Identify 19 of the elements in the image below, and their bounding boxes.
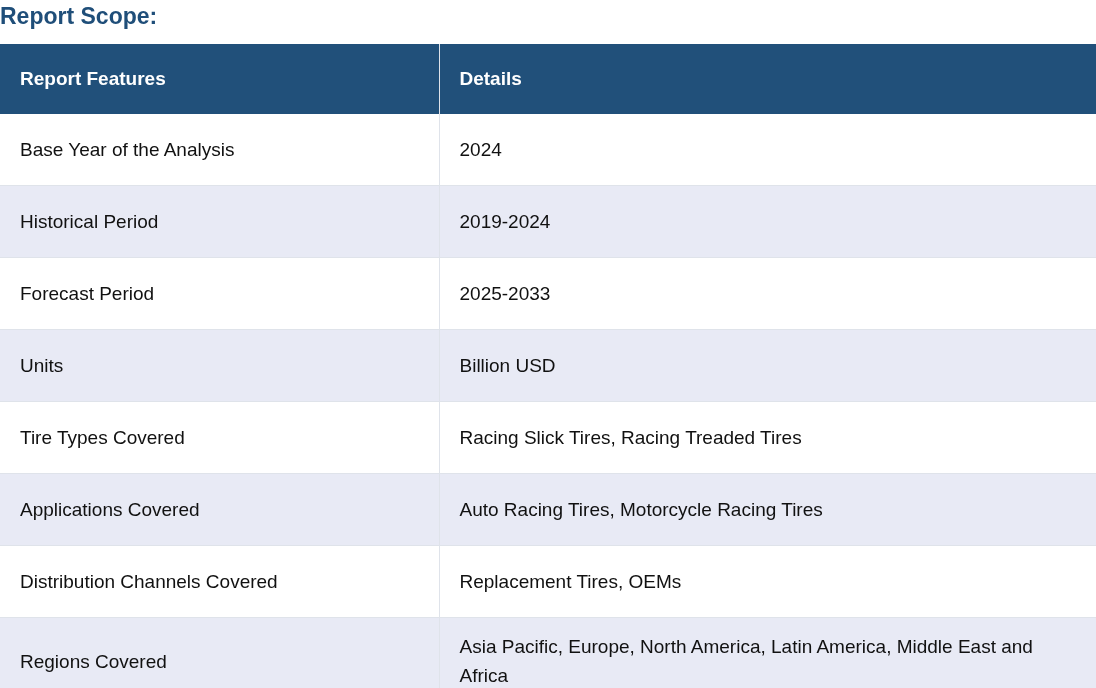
table-cell: Forecast Period xyxy=(0,257,439,330)
column-header: Report Features xyxy=(0,44,439,114)
section-title: Report Scope: xyxy=(0,2,159,31)
table-cell: Base Year of the Analysis xyxy=(0,114,439,186)
table-cell: Historical Period xyxy=(0,185,439,258)
table-cell: 2024 xyxy=(439,114,1096,186)
column-header: Details xyxy=(439,44,1096,114)
table-cell: Regions Covered xyxy=(0,617,439,688)
table-cell: Asia Pacific, Europe, North America, Latin America, Middle East and Africa xyxy=(439,617,1096,688)
table-cell: Units xyxy=(0,329,439,402)
table-cell: Tire Types Covered xyxy=(0,401,439,474)
table-cell: Racing Slick Tires, Racing Treaded Tires xyxy=(439,401,1096,474)
table-cell: Replacement Tires, OEMs xyxy=(439,545,1096,618)
table-cell: 2025-2033 xyxy=(439,257,1096,330)
table-cell: Applications Covered xyxy=(0,473,439,546)
table-cell: Billion USD xyxy=(439,329,1096,402)
table-cell: Distribution Channels Covered xyxy=(0,545,439,618)
table-cell: Auto Racing Tires, Motorcycle Racing Tires xyxy=(439,473,1096,546)
table-cell: 2019-2024 xyxy=(439,185,1096,258)
